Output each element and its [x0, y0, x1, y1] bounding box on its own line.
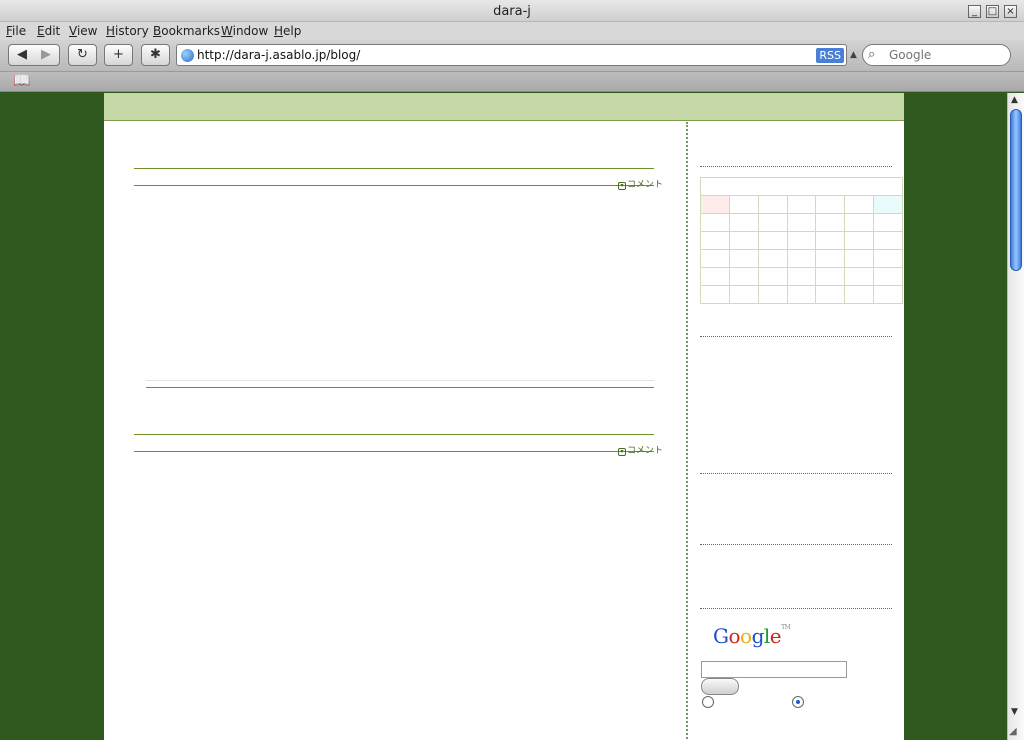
menu-help[interactable]: Help	[274, 24, 301, 38]
vertical-scrollbar[interactable]: ▲ ▼	[1007, 93, 1024, 740]
bug-icon: ✱	[150, 47, 161, 62]
comment-link[interactable]: ▾ コメント	[618, 443, 663, 456]
web-viewport: ▾ コメント ▾ コメント GoogleTM	[2, 93, 1007, 740]
google-search-button[interactable]	[701, 678, 739, 695]
search-site-radio[interactable]	[792, 696, 804, 708]
search-input[interactable]	[889, 48, 999, 62]
close-button[interactable]: ×	[1004, 5, 1017, 18]
maximize-button[interactable]: □	[986, 5, 999, 18]
menu-window[interactable]: Window	[221, 24, 268, 38]
post-footer-rule	[146, 387, 654, 388]
comment-icon: ▾	[618, 448, 626, 456]
menu-view[interactable]: View	[69, 24, 97, 38]
column-divider	[686, 122, 688, 740]
plus-icon: +	[113, 47, 124, 62]
menu-history[interactable]: History	[106, 24, 149, 38]
bug-report-button[interactable]: ✱	[141, 44, 170, 66]
menu-bookmarks[interactable]: Bookmarks	[153, 24, 220, 38]
sidebar-separator	[700, 473, 892, 474]
post-footer-faint-rule	[146, 380, 654, 381]
url-text[interactable]: http://dara-j.asablo.jp/blog/	[197, 48, 360, 62]
bookmarks-bar: 📖	[0, 72, 1024, 92]
post-title-rule-top	[134, 168, 654, 169]
calendar	[700, 177, 903, 304]
sidebar-separator	[700, 608, 892, 609]
comment-link[interactable]: ▾ コメント	[618, 177, 663, 190]
search-field[interactable]: ⌕	[862, 44, 1011, 66]
address-dropdown-icon[interactable]: ▲	[850, 50, 857, 60]
google-logo: GoogleTM	[713, 624, 791, 648]
globe-icon	[181, 49, 194, 62]
rss-button[interactable]: RSS	[816, 48, 844, 63]
scroll-up-icon[interactable]: ▲	[1011, 95, 1018, 105]
post-title-rule-top	[134, 434, 654, 435]
minimize-button[interactable]: _	[968, 5, 981, 18]
calendar-header	[700, 177, 903, 196]
toolbar: ◀ ▶ ↻ + ✱ http://dara-j.asablo.jp/blog/ R…	[0, 40, 1024, 72]
menu-bar: File Edit View History Bookmarks Window …	[0, 22, 1024, 40]
blog-page: ▾ コメント ▾ コメント GoogleTM	[104, 93, 904, 740]
search-icon[interactable]: ⌕	[868, 47, 875, 62]
menu-file[interactable]: File	[6, 24, 26, 38]
title-bar: dara-j _ □ ×	[0, 0, 1024, 22]
search-web-radio[interactable]	[702, 696, 714, 708]
bookmarks-book-icon[interactable]: 📖	[13, 73, 30, 89]
address-bar[interactable]: http://dara-j.asablo.jp/blog/ RSS	[176, 44, 847, 66]
resize-grip-icon[interactable]: ◢	[1009, 726, 1017, 737]
reload-icon: ↻	[77, 47, 88, 62]
scroll-thumb[interactable]	[1010, 109, 1022, 271]
forward-icon[interactable]: ▶	[34, 45, 58, 65]
sidebar-separator	[700, 166, 892, 167]
back-icon[interactable]: ◀	[10, 45, 34, 65]
sidebar-separator	[700, 336, 892, 337]
window-title: dara-j	[493, 4, 531, 19]
blog-header	[104, 93, 904, 121]
reload-button[interactable]: ↻	[68, 44, 97, 66]
scroll-down-icon[interactable]: ▼	[1011, 707, 1018, 717]
google-search-input[interactable]	[701, 661, 847, 678]
post-title-rule-bottom	[134, 185, 654, 186]
back-forward-buttons[interactable]: ◀ ▶	[8, 44, 60, 66]
add-bookmark-button[interactable]: +	[104, 44, 133, 66]
post-title-rule-bottom	[134, 451, 654, 452]
menu-edit[interactable]: Edit	[37, 24, 60, 38]
comment-icon: ▾	[618, 182, 626, 190]
sidebar-separator	[700, 544, 892, 545]
